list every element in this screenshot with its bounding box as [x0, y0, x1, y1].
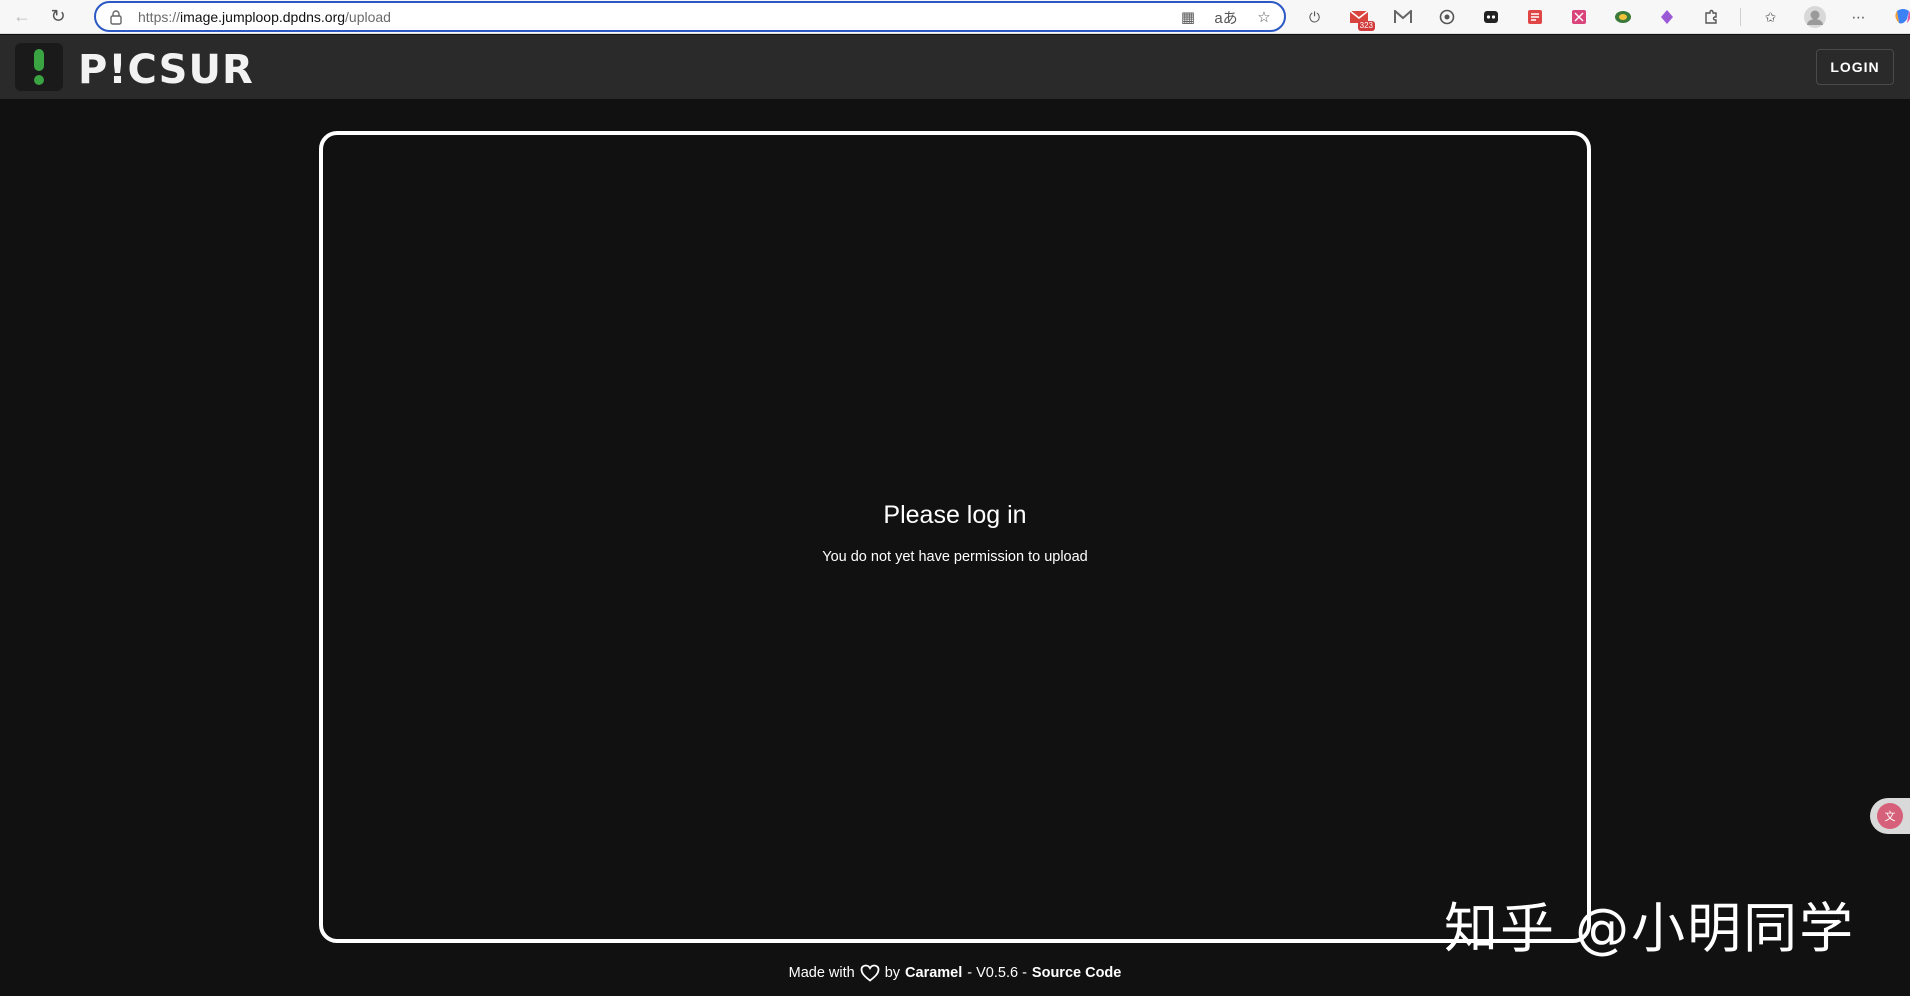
favorite-star-icon[interactable]: ☆: [1252, 6, 1276, 28]
address-bar[interactable]: https://image.jumploop.dpdns.org/upload …: [94, 1, 1286, 32]
watermark-text: 知乎 @小明同学: [1444, 897, 1856, 960]
url-scheme: https://: [138, 8, 181, 25]
app-logo-text[interactable]: P!CSUR: [78, 47, 254, 93]
mail-badge: 323: [1357, 21, 1375, 31]
heart-icon: [860, 964, 880, 982]
ghost-extension-icon[interactable]: [1476, 4, 1505, 30]
copilot-icon[interactable]: [1888, 4, 1910, 30]
url-host: image.jumploop.dpdns.org: [180, 8, 346, 25]
translate-extension-icon[interactable]: [1564, 4, 1593, 30]
side-translate-button[interactable]: 文: [1870, 798, 1910, 834]
gmail-extension-icon[interactable]: [1388, 4, 1417, 30]
author-link[interactable]: Caramel: [905, 965, 962, 981]
back-icon[interactable]: ←: [8, 3, 36, 31]
refresh-icon[interactable]: ↻: [44, 3, 72, 31]
app-header: P!CSUR LOGIN: [0, 35, 1910, 99]
translate-icon[interactable]: aあ: [1214, 6, 1238, 28]
puzzle-extensions-icon[interactable]: [1696, 4, 1725, 30]
browser-toolbar: ← ↻ https://image.jumploop.dpdns.org/upl…: [0, 0, 1910, 34]
lock-icon[interactable]: [108, 9, 124, 25]
more-menu-icon[interactable]: ⋯: [1844, 4, 1873, 30]
footer: Made with by Caramel - V0.5.6 - Source C…: [0, 964, 1910, 982]
picsur-logo-icon[interactable]: [15, 43, 63, 91]
panel-title: Please log in: [883, 501, 1027, 529]
globe-extension-icon[interactable]: [1608, 4, 1637, 30]
translate-float-icon: 文: [1877, 803, 1903, 829]
crystal-extension-icon[interactable]: [1652, 4, 1681, 30]
login-button[interactable]: LOGIN: [1816, 49, 1894, 85]
footer-version: - V0.5.6 -: [967, 965, 1027, 981]
url-text[interactable]: https://image.jumploop.dpdns.org/upload: [138, 9, 391, 25]
notes-extension-icon[interactable]: [1520, 4, 1549, 30]
shield-extension-icon[interactable]: [1432, 4, 1461, 30]
upload-drop-panel: Please log in You do not yet have permis…: [319, 131, 1591, 943]
toolbar-divider: [1740, 8, 1741, 26]
mail-extension-icon[interactable]: 323: [1344, 4, 1375, 31]
footer-by: by: [884, 965, 901, 981]
profile-avatar[interactable]: [1800, 4, 1829, 30]
favorites-icon[interactable]: ✩: [1756, 4, 1785, 30]
footer-made-with: Made with: [788, 965, 855, 981]
power-icon[interactable]: ⏻: [1300, 4, 1329, 30]
panel-subtitle: You do not yet have permission to upload: [822, 549, 1088, 565]
source-code-link[interactable]: Source Code: [1032, 965, 1121, 981]
app-install-icon[interactable]: ▦: [1176, 6, 1200, 28]
url-path: /upload: [345, 8, 391, 25]
